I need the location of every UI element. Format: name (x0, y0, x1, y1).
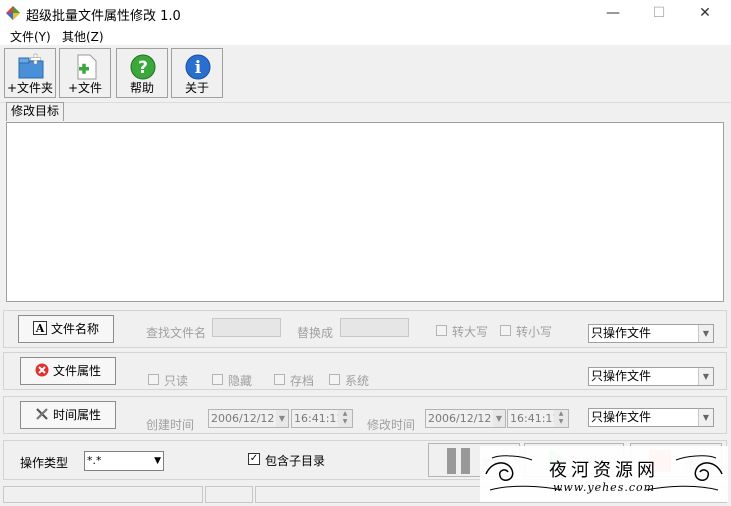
file-attr-button-label: 文件属性 (52, 364, 101, 378)
modified-time-label: 修改时间 (367, 418, 416, 432)
about-button[interactable]: i 关于 (171, 48, 223, 98)
archive-label: 存档 (290, 374, 315, 388)
menu-file[interactable]: 文件(Y) (10, 28, 51, 45)
name-scope-value: 只操作文件 (591, 326, 652, 340)
chevron-down-icon: ▼ (276, 410, 288, 427)
info-icon: i (185, 54, 211, 80)
spinner-icon: ▲ ▼ (338, 410, 352, 427)
add-file-button[interactable]: +文件 (59, 48, 111, 98)
include-subdirs-checkbox[interactable]: ✓ (248, 453, 260, 465)
toolbar: +文件夹 +文件 ? 帮助 i 关于 (0, 45, 731, 103)
svg-text:?: ? (138, 58, 148, 78)
hidden-label: 隐藏 (228, 374, 253, 388)
file-name-button-label: 文件名称 (50, 322, 99, 336)
add-folder-button[interactable]: +文件夹 (4, 48, 56, 98)
app-icon (6, 6, 20, 20)
op-type-label: 操作类型 (20, 456, 69, 470)
op-type-select[interactable]: *.* ▼ (84, 451, 164, 471)
name-scope-select[interactable]: 只操作文件 ▼ (588, 324, 714, 343)
watermark-url: www.yehes.com (552, 481, 656, 494)
created-time-picker[interactable]: 16:41:11 ▲ ▼ (291, 409, 353, 428)
include-subdirs-label: 包含子目录 (265, 454, 326, 468)
svg-text:A: A (35, 322, 45, 335)
uppercase-label: 转大写 (452, 325, 489, 339)
about-label: 关于 (184, 81, 209, 95)
minimize-button[interactable]: — (590, 0, 636, 27)
close-button[interactable]: ✕ (682, 0, 728, 27)
title-bar: 超级批量文件属性修改 1.0 — ☐ ✕ (0, 0, 731, 27)
find-name-input[interactable] (212, 318, 281, 337)
watermark: 夜河资源网 www.yehes.com (480, 446, 728, 502)
menu-bar: 文件(Y) 其他(Z) (0, 27, 731, 45)
op-type-value: *.* (87, 454, 102, 467)
attr-scope-select[interactable]: 只操作文件 ▼ (588, 367, 714, 386)
help-button[interactable]: ? 帮助 (116, 48, 168, 98)
help-icon: ? (130, 54, 156, 80)
readonly-checkbox[interactable] (148, 374, 159, 385)
chevron-down-icon: ▼ (154, 456, 161, 466)
file-attr-row: 文件属性 只读 隐藏 存档 系统 只操作文件 ▼ (3, 352, 727, 390)
spinner-icon: ▲ ▼ (554, 410, 568, 427)
add-folder-label: +文件夹 (6, 81, 54, 95)
lowercase-checkbox[interactable] (500, 325, 511, 336)
file-add-icon (77, 54, 97, 80)
stop-sign-icon (35, 363, 49, 377)
folder-add-icon (18, 53, 44, 79)
chevron-down-icon: ▼ (698, 409, 713, 426)
created-time-value: 16:41:11 (294, 412, 344, 425)
uppercase-checkbox[interactable] (436, 325, 447, 336)
modified-date-picker[interactable]: 2006/12/12 ▼ (425, 409, 506, 428)
created-date-value: 2006/12/12 (211, 412, 275, 425)
chevron-down-icon: ▼ (493, 410, 505, 427)
chevron-down-icon: ▼ (698, 368, 713, 385)
tab-modify-target[interactable]: 修改目标 (6, 102, 64, 121)
time-attr-button-label: 时间属性 (52, 408, 101, 422)
time-attr-row: 时间属性 创建时间 2006/12/12 ▼ 16:41:11 ▲ ▼ 修改时间 … (3, 396, 727, 434)
file-name-row: A 文件名称 查找文件名 替换成 转大写 转小写 只操作文件 ▼ (3, 310, 727, 348)
system-checkbox[interactable] (329, 374, 340, 385)
archive-checkbox[interactable] (274, 374, 285, 385)
watermark-title: 夜河资源网 (549, 460, 659, 481)
window-title: 超级批量文件属性修改 1.0 (26, 9, 181, 24)
system-label: 系统 (345, 374, 370, 388)
tools-icon (36, 408, 48, 420)
maximize-button[interactable]: ☐ (636, 0, 682, 27)
find-name-label: 查找文件名 (146, 326, 207, 340)
add-file-label: +文件 (67, 81, 103, 95)
time-scope-select[interactable]: 只操作文件 ▼ (588, 408, 714, 427)
lowercase-label: 转小写 (516, 325, 553, 339)
attr-scope-value: 只操作文件 (591, 369, 652, 383)
replace-label: 替换成 (297, 326, 334, 340)
status-cell-2 (205, 486, 253, 503)
modified-time-picker[interactable]: 16:41:11 ▲ ▼ (507, 409, 569, 428)
file-attr-button[interactable]: 文件属性 (20, 357, 116, 385)
menu-other[interactable]: 其他(Z) (62, 28, 104, 45)
modified-date-value: 2006/12/12 (428, 412, 492, 425)
hidden-checkbox[interactable] (212, 374, 223, 385)
svg-text:i: i (195, 58, 202, 78)
time-attr-button[interactable]: 时间属性 (20, 401, 116, 429)
text-icon: A (32, 321, 47, 335)
pause-icon (447, 448, 470, 474)
help-label: 帮助 (129, 81, 154, 95)
chevron-down-icon: ▼ (698, 325, 713, 342)
replace-input[interactable] (340, 318, 409, 337)
modified-time-value: 16:41:11 (510, 412, 560, 425)
created-time-label: 创建时间 (146, 418, 195, 432)
created-date-picker[interactable]: 2006/12/12 ▼ (208, 409, 289, 428)
target-list[interactable] (6, 122, 724, 302)
file-name-button[interactable]: A 文件名称 (18, 315, 114, 343)
time-scope-value: 只操作文件 (591, 410, 652, 424)
status-cell-1 (3, 486, 203, 503)
readonly-label: 只读 (164, 374, 189, 388)
